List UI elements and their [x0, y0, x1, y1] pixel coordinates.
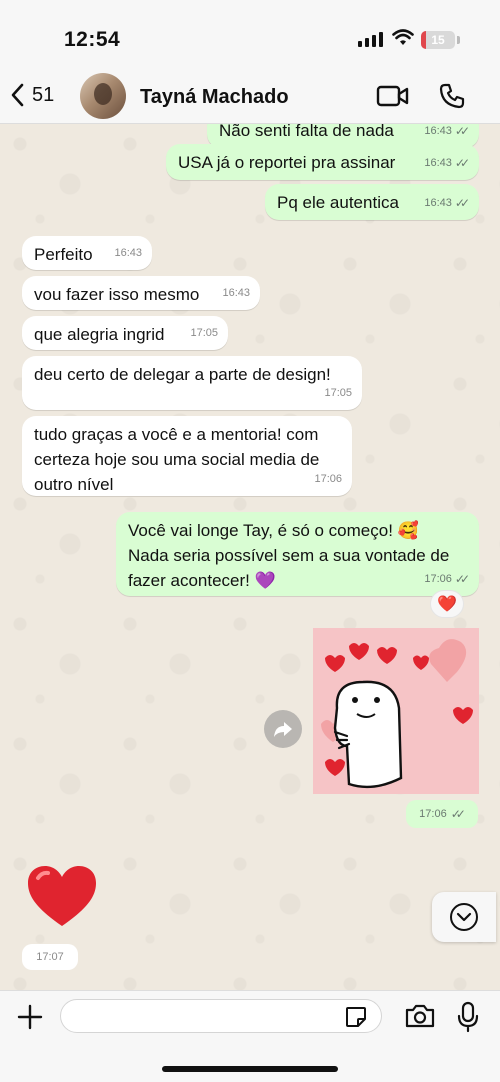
message-meta: 17:05	[324, 381, 352, 406]
message-time: 16:43	[424, 157, 452, 169]
message-meta: 16:43	[222, 281, 250, 306]
message-meta: 17:06	[314, 467, 342, 492]
status-bar: 12:54 15	[0, 0, 500, 70]
message-incoming[interactable]: vou fazer isso mesmo 16:43	[22, 276, 260, 310]
plus-icon	[17, 1004, 43, 1030]
read-ticks-icon: ✓✓	[454, 196, 470, 210]
sticker-icon	[346, 1007, 366, 1027]
message-reaction[interactable]: ❤️	[430, 590, 464, 618]
message-text: que alegria ingrid	[34, 325, 165, 344]
message-meta: 16:43 ✓✓	[424, 191, 470, 216]
forward-icon	[274, 722, 292, 737]
message-time: 17:05	[324, 387, 352, 399]
message-text: tudo graças a você e a mentoria! com cer…	[34, 425, 320, 494]
heart-meta: 17:07	[22, 944, 78, 970]
mic-icon	[457, 1001, 479, 1033]
heart-emoji-message[interactable]	[26, 864, 98, 941]
message-list: Não senti falta de nada 16:43 ✓✓ USA já o…	[0, 124, 500, 990]
message-time: 16:43	[424, 197, 452, 209]
message-time: 16:43	[114, 247, 142, 259]
sticker-button[interactable]	[344, 1005, 368, 1034]
status-time: 12:54	[64, 28, 121, 51]
read-ticks-icon: ✓✓	[454, 572, 470, 586]
avatar[interactable]	[80, 73, 126, 119]
message-incoming[interactable]: deu certo de delegar a parte de design! …	[22, 356, 362, 410]
message-outgoing[interactable]: Você vai longe Tay, é só o começo! 🥰 Nad…	[116, 512, 479, 596]
message-input[interactable]	[60, 999, 382, 1033]
phone-icon	[439, 83, 465, 109]
home-indicator	[162, 1066, 338, 1072]
mic-button[interactable]	[456, 1001, 480, 1038]
message-meta: 16:43 ✓✓	[424, 124, 470, 144]
attach-button[interactable]	[16, 1003, 44, 1036]
sticker-image	[313, 628, 479, 794]
battery-level: 15	[431, 33, 445, 47]
message-text: Perfeito	[34, 245, 93, 264]
back-chevron-icon	[11, 83, 24, 107]
message-incoming[interactable]: que alegria ingrid 17:05	[22, 316, 228, 350]
message-time: 17:05	[190, 327, 218, 339]
camera-icon	[405, 1004, 435, 1028]
message-time: 16:43	[424, 125, 452, 137]
wifi-icon	[392, 29, 414, 52]
message-text: vou fazer isso mesmo	[34, 285, 200, 304]
chevron-down-icon	[450, 903, 478, 931]
message-incoming[interactable]: Perfeito 16:43	[22, 236, 152, 270]
scroll-down-button[interactable]	[432, 892, 496, 942]
message-meta: 16:43 ✓✓	[424, 151, 470, 176]
forward-button[interactable]	[264, 710, 302, 748]
sticker-message[interactable]	[313, 628, 479, 794]
sticker-meta: 17:06 ✓✓	[406, 800, 478, 828]
video-call-icon	[376, 85, 409, 107]
unread-count: 51	[32, 83, 55, 106]
battery-tip	[457, 36, 460, 44]
video-call-button[interactable]	[376, 84, 410, 113]
message-time: 17:07	[36, 951, 64, 963]
message-outgoing[interactable]: USA já o reportei pra assinar 16:43 ✓✓	[166, 144, 479, 180]
message-time: 16:43	[222, 287, 250, 299]
message-time: 17:06	[419, 808, 447, 820]
message-meta: 17:06 ✓✓	[424, 567, 470, 592]
message-text: deu certo de delegar a parte de design!	[34, 365, 331, 384]
chat-header: 51 Tayná Machado	[0, 70, 500, 124]
message-text: Você vai longe Tay, é só o começo! 🥰 Nad…	[128, 521, 450, 590]
message-text: USA já o reportei pra assinar	[178, 153, 396, 172]
message-time: 17:06	[424, 573, 452, 585]
heart-icon	[28, 866, 96, 926]
message-meta: 17:05	[190, 321, 218, 346]
voice-call-button[interactable]	[438, 82, 466, 115]
message-text: Pq ele autentica	[277, 193, 399, 212]
read-ticks-icon: ✓✓	[450, 807, 466, 821]
contact-name[interactable]: Tayná Machado	[140, 86, 289, 109]
message-text: Não senti falta de nada	[219, 124, 394, 140]
message-time: 17:06	[314, 473, 342, 485]
message-meta: 16:43	[114, 241, 142, 266]
message-outgoing[interactable]: Pq ele autentica 16:43 ✓✓	[265, 184, 479, 220]
battery-icon: 15	[421, 31, 455, 49]
read-ticks-icon: ✓✓	[454, 124, 470, 138]
message-incoming[interactable]: tudo graças a você e a mentoria! com cer…	[22, 416, 352, 496]
camera-button[interactable]	[404, 1003, 436, 1034]
back-button[interactable]: 51	[10, 82, 54, 108]
read-ticks-icon: ✓✓	[454, 156, 470, 170]
signal-icon	[358, 32, 383, 47]
